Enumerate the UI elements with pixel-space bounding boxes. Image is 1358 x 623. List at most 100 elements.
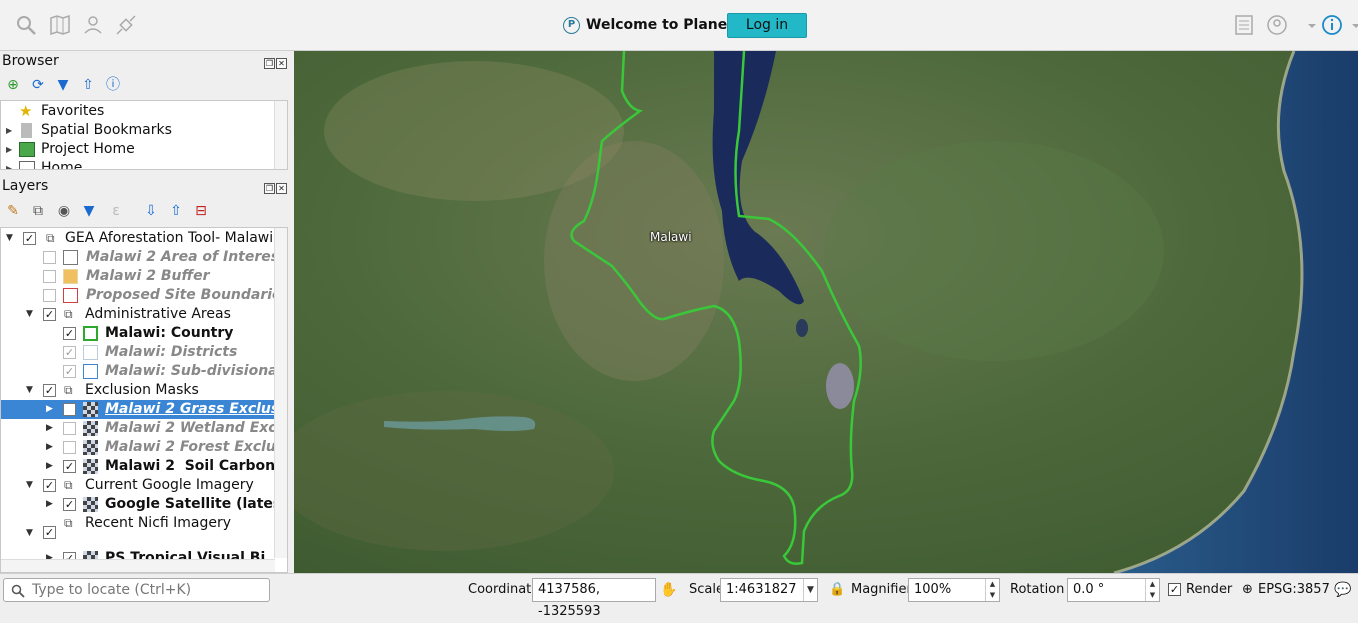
search-icon[interactable] — [14, 13, 38, 37]
layer-row[interactable]: ▶ ✓ Malawi 2 Soil Carbon Ex — [1, 457, 287, 476]
layer-row[interactable]: ✓ Malawi: Districts — [1, 343, 275, 362]
filter-icon[interactable]: ▼ — [54, 76, 72, 94]
magnifier-field[interactable]: 100% ▲ ▼ — [908, 578, 1000, 602]
user-location-icon[interactable] — [81, 13, 105, 37]
magnifier-stepper[interactable]: ▲ ▼ — [985, 579, 999, 601]
close-panel-button[interactable]: ✕ — [276, 183, 287, 194]
properties-info-icon[interactable]: ⓘ — [104, 76, 122, 94]
browser-item-favorites[interactable]: ★ Favorites — [1, 102, 271, 121]
messages-icon[interactable]: 💬 — [1334, 582, 1351, 598]
layer-row[interactable]: Proposed Site Boundaries — [1, 286, 287, 305]
layer-checkbox[interactable]: ✓ — [63, 365, 76, 378]
collapse-arrow-icon[interactable]: ▼ — [26, 524, 33, 543]
layer-checkbox[interactable] — [63, 441, 76, 454]
layer-row[interactable]: ✓ Malawi: Country — [1, 324, 275, 343]
expand-arrow-icon[interactable]: ▶ — [46, 495, 53, 514]
coordinate-field[interactable]: 4137586, -1325593 — [532, 578, 656, 619]
layer-checkbox[interactable] — [43, 251, 56, 264]
layers-horizontal-scrollbar[interactable] — [1, 559, 275, 572]
map-canvas[interactable]: Malawi — [294, 51, 1358, 573]
crs-globe-icon[interactable]: ⊕ — [1242, 582, 1253, 597]
add-selected-layers-icon[interactable]: ⊕ — [4, 76, 22, 94]
layer-checkbox[interactable]: ✓ — [43, 308, 56, 321]
collapse-arrow-icon[interactable]: ▼ — [26, 305, 33, 324]
browser-item-project-home[interactable]: ▶ Project Home — [1, 140, 271, 159]
layer-row[interactable]: ▶ ✓ Google Satellite (latest) — [1, 495, 287, 514]
layer-row[interactable]: Malawi 2 Buffer — [1, 267, 275, 286]
toggle-extents-icon[interactable]: ✋ — [660, 582, 677, 598]
layer-checkbox[interactable] — [43, 289, 56, 302]
expand-arrow-icon[interactable]: ▶ — [46, 400, 53, 419]
layer-row[interactable]: ▶ Malawi 2 Wetland Exclus — [1, 419, 287, 438]
expand-arrow-icon[interactable]: ▶ — [46, 457, 53, 476]
layer-checkbox[interactable]: ✓ — [23, 232, 36, 245]
account-icon[interactable] — [1265, 13, 1289, 37]
expand-arrow-icon[interactable]: ▶ — [6, 121, 12, 140]
map-icon[interactable] — [48, 13, 72, 37]
layer-group-current-google[interactable]: ▼ ✓ ⧉ Current Google Imagery — [1, 476, 275, 495]
collapse-arrow-icon[interactable]: ▼ — [26, 381, 33, 400]
rotation-value: 0.0 ° — [1073, 582, 1105, 597]
filter-expression-icon[interactable]: ε — [107, 202, 125, 220]
expand-all-icon[interactable]: ⇩ — [142, 202, 160, 220]
layer-group-gea[interactable]: ▼ ✓ ⧉ GEA Aforestation Tool- Malawi — [1, 229, 275, 248]
layer-checkbox[interactable]: ✓ — [63, 346, 76, 359]
layer-row[interactable]: Malawi 2 Area of Interest — [1, 248, 286, 267]
layer-row-selected[interactable]: ▶ Malawi 2 Grass Exclusio — [1, 400, 287, 419]
visibility-icon[interactable]: ◉ — [55, 202, 73, 220]
lock-scale-icon[interactable]: 🔒 — [829, 582, 845, 597]
float-panel-button[interactable]: ❐ — [264, 183, 275, 194]
crs-label[interactable]: EPSG:3857 — [1258, 582, 1330, 597]
refresh-icon[interactable]: ⟳ — [29, 76, 47, 94]
add-group-icon[interactable]: ⧉ — [29, 202, 47, 220]
layer-row[interactable]: ▶ Malawi 2 Forest Exclusio — [1, 438, 287, 457]
coordinate-label: Coordinate — [468, 582, 540, 597]
orders-icon[interactable] — [1232, 13, 1256, 37]
browser-scrollbar[interactable] — [274, 101, 287, 169]
map-country-label: Malawi — [650, 230, 692, 244]
expand-arrow-icon[interactable]: ▶ — [46, 419, 53, 438]
layer-checkbox[interactable]: ✓ — [63, 460, 76, 473]
layer-group-administrative[interactable]: ▼ ✓ ⧉ Administrative Areas — [1, 305, 275, 324]
satellite-icon[interactable] — [114, 13, 138, 37]
style-manager-icon[interactable]: ✎ — [4, 202, 22, 220]
login-button[interactable]: Log in — [727, 13, 807, 38]
layer-checkbox[interactable]: ✓ — [63, 498, 76, 511]
expand-arrow-icon[interactable]: ▶ — [6, 159, 12, 169]
layer-checkbox[interactable]: ✓ — [43, 526, 56, 539]
rotation-stepper[interactable]: ▲ ▼ — [1145, 579, 1159, 601]
browser-item-spatial-bookmarks[interactable]: ▶ Spatial Bookmarks — [1, 121, 271, 140]
layer-group-recent-nicfi[interactable]: ▼ ✓ ⧉ Recent Nicfi Imagery — [1, 514, 275, 539]
rotation-field[interactable]: 0.0 ° ▲ ▼ — [1067, 578, 1160, 602]
close-panel-button[interactable]: ✕ — [276, 58, 287, 69]
filter-legend-icon[interactable]: ▼ — [80, 202, 98, 220]
chevron-down-icon[interactable]: ▼ — [803, 579, 817, 601]
raster-symbol-icon — [83, 402, 98, 417]
layer-group-exclusion-masks[interactable]: ▼ ✓ ⧉ Exclusion Masks — [1, 381, 275, 400]
remove-layer-icon[interactable]: ⊟ — [192, 202, 210, 220]
render-checkbox[interactable]: ✓ — [1168, 583, 1181, 596]
layer-checkbox[interactable] — [43, 270, 56, 283]
layers-vertical-scrollbar[interactable] — [274, 228, 287, 558]
chevron-down-icon[interactable] — [1300, 13, 1316, 37]
expand-arrow-icon[interactable]: ▶ — [46, 438, 53, 457]
collapse-all-icon[interactable]: ⇧ — [167, 202, 185, 220]
collapse-arrow-icon[interactable]: ▼ — [6, 229, 13, 248]
layer-row[interactable]: ✓ Malawi: Sub-divisional A — [1, 362, 287, 381]
float-panel-button[interactable]: ❐ — [264, 58, 275, 69]
layer-checkbox[interactable]: ✓ — [43, 479, 56, 492]
layer-checkbox[interactable]: ✓ — [63, 327, 76, 340]
info-icon[interactable] — [1320, 13, 1344, 37]
collapse-all-icon[interactable]: ⇧ — [79, 76, 97, 94]
locator-search-input[interactable]: Type to locate (Ctrl+K) — [3, 578, 270, 602]
left-panel: Browser ❐ ✕ ⊕ ⟳ ▼ ⇧ ⓘ ★ Favorites ▶ Spati… — [0, 51, 293, 573]
magnifier-value: 100% — [914, 582, 952, 597]
layer-checkbox[interactable] — [63, 403, 76, 416]
layer-checkbox[interactable]: ✓ — [43, 384, 56, 397]
collapse-arrow-icon[interactable]: ▼ — [26, 476, 33, 495]
browser-item-home[interactable]: ▶ Home — [1, 159, 271, 169]
chevron-down-icon[interactable] — [1344, 13, 1358, 37]
expand-arrow-icon[interactable]: ▶ — [6, 140, 12, 159]
layer-checkbox[interactable] — [63, 422, 76, 435]
scale-combo[interactable]: 1:4631827 ▼ — [720, 578, 818, 602]
